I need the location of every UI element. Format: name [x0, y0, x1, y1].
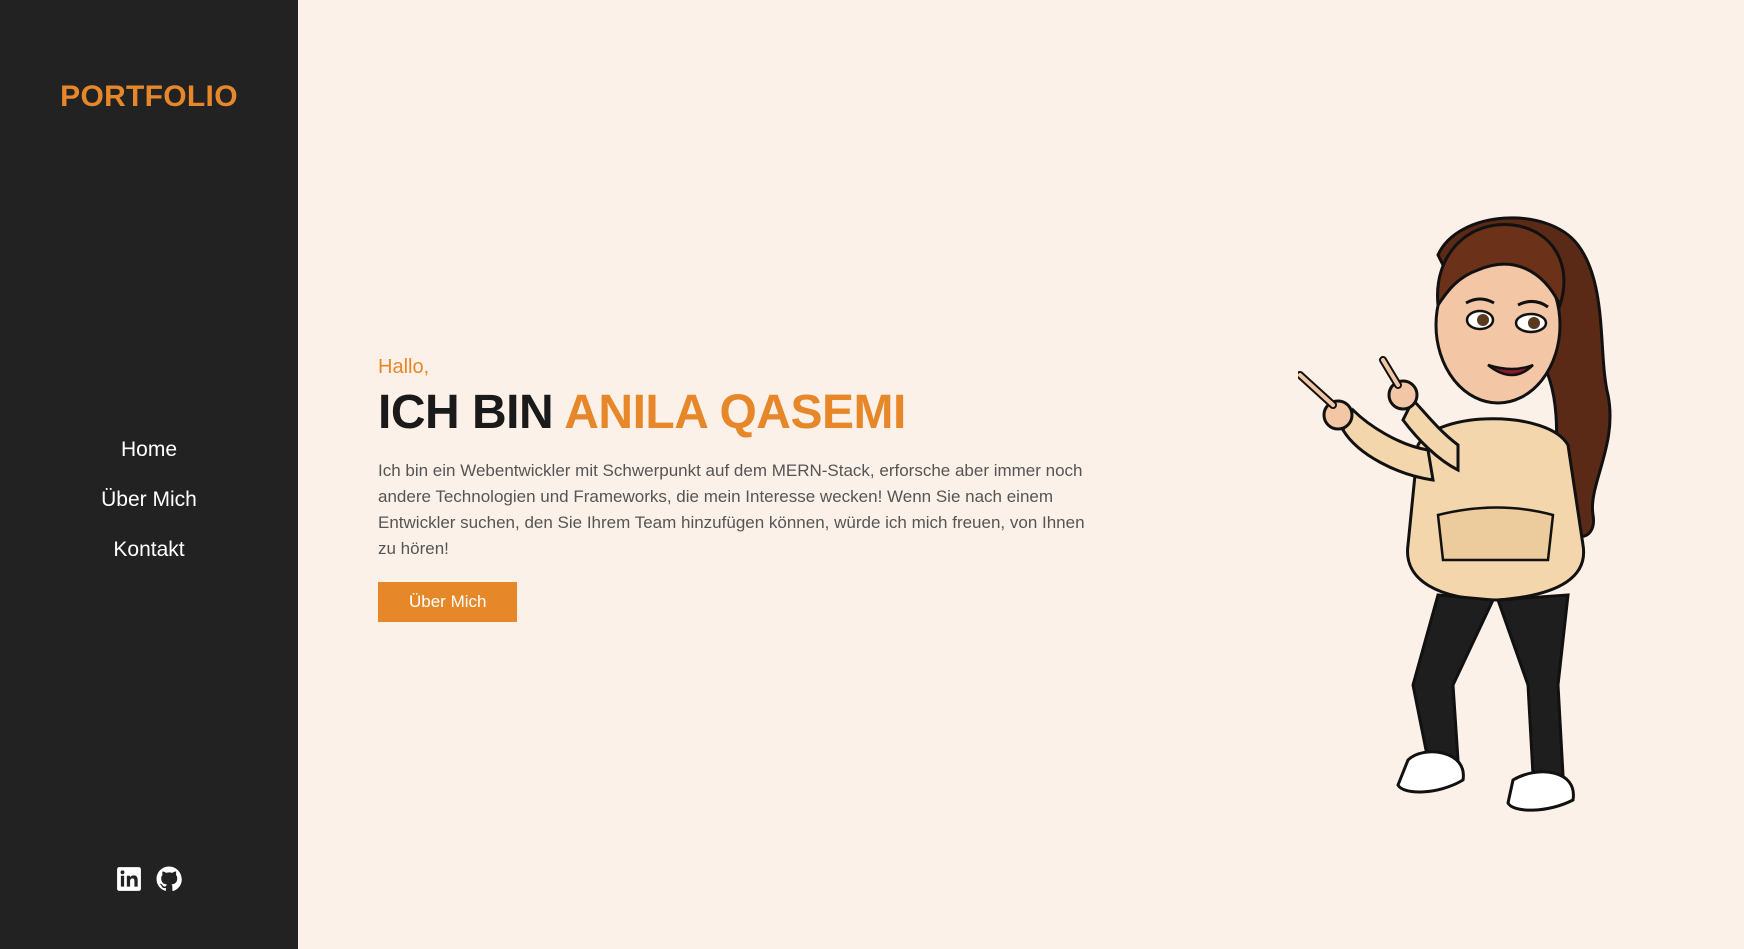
nav-item-kontakt[interactable]: Kontakt [113, 525, 184, 575]
page: PORTFOLIO Home Über Mich Kontakt Hallo, … [0, 0, 1744, 949]
social-links [0, 866, 298, 892]
avatar-illustration [1296, 215, 1678, 825]
nav-item-ueber-mich[interactable]: Über Mich [101, 475, 197, 525]
headline-name: ANILA QASEMI [564, 386, 906, 439]
nav-item-home[interactable]: Home [121, 425, 177, 475]
linkedin-icon[interactable] [116, 866, 142, 892]
hero-greeting: Hallo, [378, 356, 430, 378]
headline-prefix: ICH BIN [378, 386, 554, 439]
hero-section: Hallo, ICH BIN ANILA QASEMI Ich bin ein … [378, 356, 1108, 622]
hero-headline: ICH BIN ANILA QASEMI [378, 385, 1108, 440]
ueber-mich-button[interactable]: Über Mich [378, 582, 518, 622]
brand-logo[interactable]: PORTFOLIO [0, 80, 298, 114]
hero-intro: Ich bin ein Webentwickler mit Schwerpunk… [378, 461, 1085, 558]
sidebar-nav: Home Über Mich Kontakt [0, 425, 298, 575]
main-content: Hallo, ICH BIN ANILA QASEMI Ich bin ein … [298, 0, 1744, 949]
sidebar: PORTFOLIO Home Über Mich Kontakt [0, 0, 298, 949]
github-icon[interactable] [156, 866, 182, 892]
